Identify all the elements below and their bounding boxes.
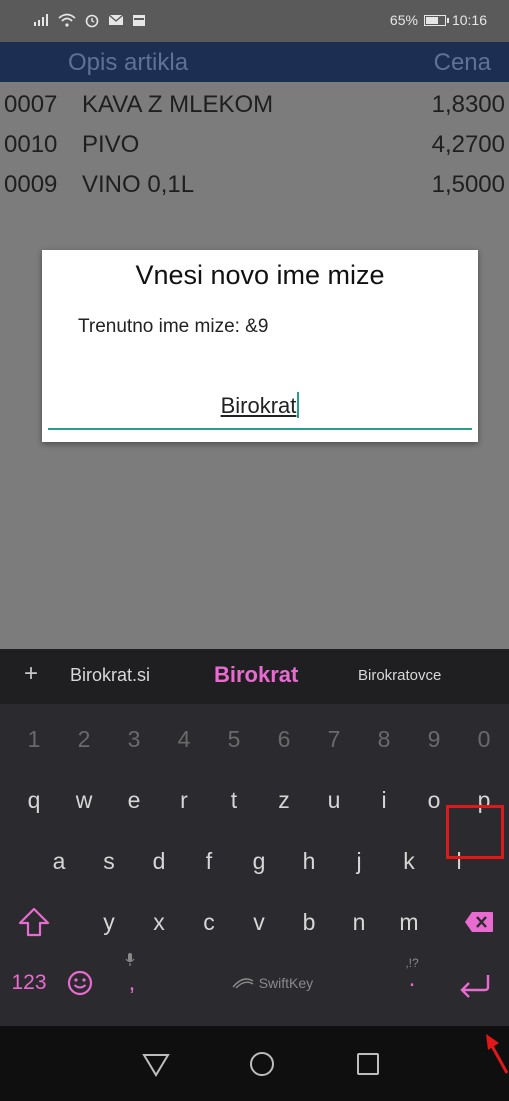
table-row[interactable]: 0010 PIVO 4,2700 bbox=[0, 125, 509, 165]
key-2[interactable]: 2 bbox=[64, 719, 104, 759]
back-icon[interactable] bbox=[138, 1046, 174, 1082]
key-3[interactable]: 3 bbox=[114, 719, 154, 759]
item-code: 0010 bbox=[4, 131, 58, 158]
backspace-key[interactable] bbox=[459, 902, 499, 942]
emoji-key[interactable] bbox=[60, 963, 100, 1003]
wifi-icon bbox=[58, 13, 76, 27]
emoji-icon bbox=[67, 970, 93, 996]
item-code: 0007 bbox=[4, 91, 58, 118]
key-7[interactable]: 7 bbox=[314, 719, 354, 759]
enter-icon bbox=[460, 975, 490, 998]
text-cursor bbox=[297, 392, 300, 418]
alarm-icon bbox=[85, 14, 99, 28]
key-h[interactable]: h bbox=[289, 841, 329, 881]
key-6[interactable]: 6 bbox=[264, 719, 304, 759]
status-icons bbox=[34, 12, 146, 28]
column-header-price: Cena bbox=[433, 49, 491, 76]
table-name-value: Birokrat bbox=[220, 393, 297, 418]
key-b[interactable]: b bbox=[289, 902, 329, 942]
key-c[interactable]: c bbox=[189, 902, 229, 942]
dialog-message: Trenutno ime mize: &9 bbox=[78, 316, 269, 337]
column-header-description: Opis artikla bbox=[68, 49, 189, 76]
table-name-input[interactable]: Birokrat bbox=[48, 378, 472, 430]
key-r[interactable]: r bbox=[164, 780, 204, 820]
signal-icon bbox=[34, 14, 48, 26]
item-name: PIVO bbox=[82, 131, 140, 158]
key-z[interactable]: z bbox=[264, 780, 304, 820]
key-i[interactable]: i bbox=[364, 780, 404, 820]
table-row[interactable]: 0007 KAVA Z MLEKOM 1,8300 bbox=[0, 85, 509, 125]
key-k[interactable]: k bbox=[389, 841, 429, 881]
key-j[interactable]: j bbox=[339, 841, 379, 881]
dialog-title: Vnesi novo ime mize bbox=[135, 260, 385, 290]
navigation-bar bbox=[0, 1026, 509, 1101]
key-u[interactable]: u bbox=[314, 780, 354, 820]
calendar-icon bbox=[133, 15, 145, 26]
key-w[interactable]: w bbox=[64, 780, 104, 820]
comma-label: , bbox=[128, 969, 136, 996]
key-4[interactable]: 4 bbox=[164, 719, 204, 759]
shift-icon bbox=[18, 907, 50, 937]
item-name: KAVA Z MLEKOM bbox=[82, 91, 274, 118]
status-bar: 65% 10:16 bbox=[0, 0, 509, 42]
key-9[interactable]: 9 bbox=[414, 719, 454, 759]
battery-icon bbox=[423, 14, 449, 26]
clock: 10:16 bbox=[451, 12, 487, 28]
suggestion-left[interactable]: Birokrat.si bbox=[70, 665, 150, 686]
suggestion-right[interactable]: Birokratovce bbox=[358, 667, 441, 684]
comma-key[interactable]: , bbox=[112, 949, 152, 1005]
key-n[interactable]: n bbox=[339, 902, 379, 942]
enter-key[interactable] bbox=[455, 966, 495, 1006]
table-row[interactable]: 0009 VINO 0,1L 1,5000 bbox=[0, 165, 509, 205]
suggestion-bar: + Birokrat.si Birokrat Birokratovce bbox=[0, 649, 509, 704]
key-1[interactable]: 1 bbox=[14, 719, 54, 759]
key-t[interactable]: t bbox=[214, 780, 254, 820]
rename-table-dialog: Vnesi novo ime mize Trenutno ime mize: &… bbox=[42, 250, 478, 442]
item-name: VINO 0,1L bbox=[82, 171, 195, 198]
recents-icon[interactable] bbox=[350, 1046, 386, 1082]
table-header: Opis artikla Cena bbox=[0, 42, 509, 82]
key-8[interactable]: 8 bbox=[364, 719, 404, 759]
key-f[interactable]: f bbox=[189, 841, 229, 881]
key-g[interactable]: g bbox=[239, 841, 279, 881]
period-key[interactable]: ,!? . bbox=[392, 949, 432, 1005]
item-price: 1,8300 bbox=[431, 91, 505, 118]
swiftkey-keyboard: + Birokrat.si Birokrat Birokratovce 1 2 … bbox=[0, 649, 509, 1026]
item-price: 4,2700 bbox=[431, 131, 505, 158]
space-bar[interactable]: SwiftKey bbox=[172, 963, 372, 1003]
key-e[interactable]: e bbox=[114, 780, 154, 820]
battery-percent: 65% bbox=[389, 12, 418, 28]
key-x[interactable]: x bbox=[139, 902, 179, 942]
key-y[interactable]: y bbox=[89, 902, 129, 942]
suggestion-center[interactable]: Birokrat bbox=[214, 662, 298, 688]
swiftkey-logo-icon bbox=[232, 978, 254, 989]
backspace-icon bbox=[465, 912, 493, 932]
toolbar-expand-button[interactable]: + bbox=[24, 660, 38, 688]
key-q[interactable]: q bbox=[14, 780, 54, 820]
period-label: . bbox=[408, 965, 416, 992]
home-icon[interactable] bbox=[244, 1046, 280, 1082]
key-0[interactable]: 0 bbox=[464, 719, 504, 759]
key-m[interactable]: m bbox=[389, 902, 429, 942]
item-price: 1,5000 bbox=[431, 171, 505, 198]
shift-key[interactable] bbox=[14, 902, 54, 942]
table-name-input-wrap: Birokrat bbox=[48, 392, 472, 419]
key-v[interactable]: v bbox=[239, 902, 279, 942]
key-s[interactable]: s bbox=[89, 841, 129, 881]
enter-key-highlight bbox=[446, 805, 504, 859]
item-code: 0009 bbox=[4, 171, 58, 198]
annotation-arrow-icon bbox=[486, 1034, 509, 1074]
key-d[interactable]: d bbox=[139, 841, 179, 881]
numbers-key[interactable]: 123 bbox=[4, 963, 54, 1003]
key-5[interactable]: 5 bbox=[214, 719, 254, 759]
space-bar-brand: SwiftKey bbox=[258, 975, 314, 991]
status-right: 65% 10:16 bbox=[390, 12, 487, 28]
key-a[interactable]: a bbox=[39, 841, 79, 881]
mail-icon bbox=[108, 14, 124, 25]
battery-fill bbox=[425, 16, 438, 24]
